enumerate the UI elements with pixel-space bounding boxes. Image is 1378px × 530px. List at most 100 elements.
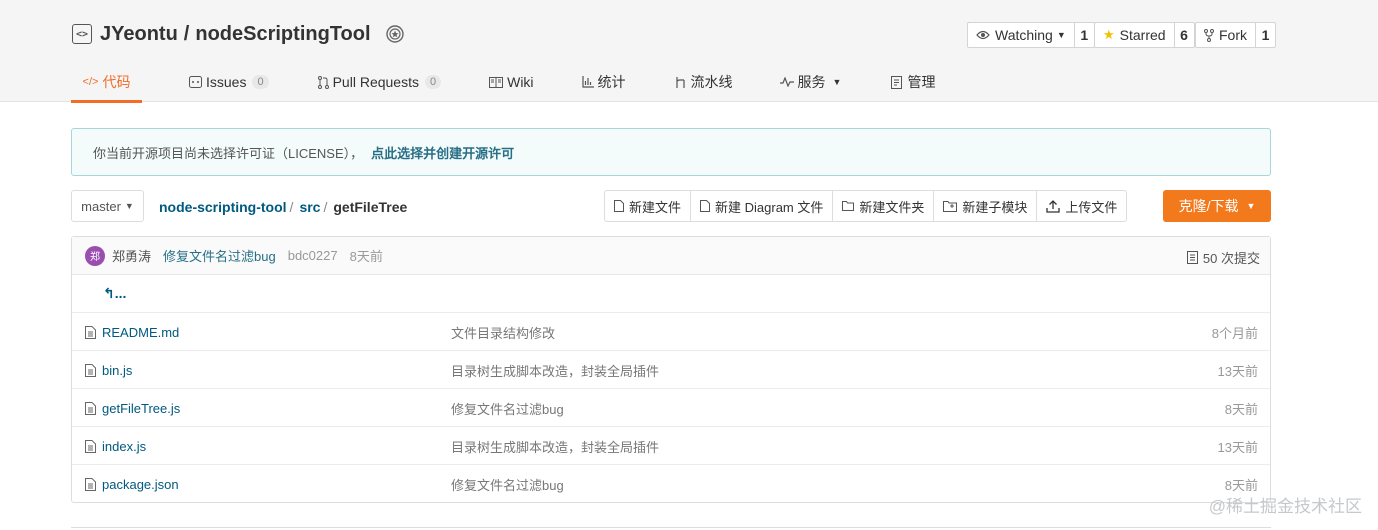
breadcrumb-repo-link[interactable]: node-scripting-tool: [159, 199, 287, 215]
file-name: getFileTree.js: [102, 400, 181, 416]
file-commit-time: 13天前: [1217, 363, 1258, 379]
new-file-button[interactable]: 新建文件: [605, 191, 692, 221]
latest-commit-bar: 郑 郑勇涛 修复文件名过滤bug bdc0227 8天前 50 次提交: [72, 237, 1270, 275]
fork-icon: [1204, 28, 1214, 42]
caret-down-icon: ▼: [124, 201, 134, 211]
pipeline-icon: [674, 76, 687, 89]
upload-file-label: 上传文件: [1065, 199, 1118, 215]
breadcrumb-separator: /: [289, 199, 294, 215]
file-commit-message[interactable]: 文件目录结构修改: [451, 313, 555, 351]
issues-icon: [189, 76, 202, 88]
repo-title: <> JYeontu / nodeScriptingTool: [72, 20, 405, 48]
commit-count-link[interactable]: 50 次提交: [1186, 248, 1260, 267]
file-actions-group: 新建文件 新建 Diagram 文件 新建文件夹 新建子模块 上传文件: [604, 190, 1128, 222]
license-notice: 你当前开源项目尚未选择许可证（LICENSE）， 点此选择并创建开源许可: [71, 128, 1271, 176]
tab-wiki[interactable]: Wiki: [489, 62, 534, 102]
submodule-folder-icon: [943, 200, 958, 212]
settings-doc-icon: [891, 75, 903, 89]
file-row: package.json 修复文件名过滤bug 8天前: [72, 465, 1270, 503]
watch-group: Watching ▼ 1: [967, 22, 1095, 48]
breadcrumb: node-scripting-tool / src / getFileTree: [159, 199, 407, 215]
new-folder-button[interactable]: 新建文件夹: [833, 191, 935, 221]
file-name: bin.js: [102, 362, 133, 378]
commit-sha[interactable]: bdc0227: [288, 248, 338, 263]
tab-pipeline[interactable]: 流水线: [674, 62, 733, 102]
new-diagram-label: 新建 Diagram 文件: [715, 199, 824, 215]
file-commit-time: 13天前: [1217, 439, 1258, 455]
clone-download-button[interactable]: 克隆/下载 ▼: [1163, 190, 1271, 222]
file-row: getFileTree.js 修复文件名过滤bug 8天前: [72, 389, 1270, 427]
watch-button[interactable]: Watching ▼: [967, 22, 1075, 48]
repo-header: <> JYeontu / nodeScriptingTool Watching ▼ …: [0, 0, 1378, 103]
breadcrumb-current: getFileTree: [333, 199, 408, 215]
fork-count[interactable]: 1: [1256, 22, 1276, 48]
upload-file-button[interactable]: 上传文件: [1037, 191, 1126, 221]
eye-icon: [976, 30, 990, 40]
new-submodule-button[interactable]: 新建子模块: [934, 191, 1038, 221]
tab-label: 代码: [102, 74, 131, 90]
file-row: README.md 文件目录结构修改 8个月前: [72, 313, 1270, 351]
parent-directory-row[interactable]: ↰...: [72, 275, 1270, 313]
fork-group: Fork 1: [1195, 22, 1276, 48]
pull-request-icon: [317, 75, 329, 89]
create-license-link[interactable]: 点此选择并创建开源许可: [371, 143, 514, 162]
file-row: bin.js 目录树生成脚本改造，封装全局插件 13天前: [72, 351, 1270, 389]
avatar[interactable]: 郑: [85, 245, 105, 266]
file-link[interactable]: index.js: [85, 427, 146, 465]
file-link[interactable]: package.json: [85, 465, 179, 503]
file-commit-time: 8个月前: [1211, 325, 1258, 341]
repo-title-separator: /: [183, 22, 190, 45]
breadcrumb-dir-link[interactable]: src: [299, 199, 320, 215]
tab-services[interactable]: 服务 ▼: [779, 62, 841, 102]
file-icon: [85, 477, 96, 491]
new-diagram-button[interactable]: 新建 Diagram 文件: [691, 191, 834, 221]
file-link[interactable]: README.md: [85, 313, 179, 351]
branch-select[interactable]: master ▼: [71, 190, 144, 222]
star-group: ★ Starred 6: [1094, 22, 1195, 48]
fork-button[interactable]: Fork: [1195, 22, 1256, 48]
parent-directory-link[interactable]: ↰...: [72, 285, 126, 302]
commit-message-link[interactable]: 修复文件名过滤bug: [163, 246, 276, 265]
tab-label: 流水线: [690, 74, 733, 90]
tab-issues[interactable]: Issues 0: [189, 62, 269, 102]
new-submodule-label: 新建子模块: [962, 199, 1028, 215]
tab-label: 管理: [907, 74, 936, 90]
file-commit-message[interactable]: 目录树生成脚本改造，封装全局插件: [451, 427, 659, 465]
clone-download-label: 克隆/下载: [1178, 198, 1239, 214]
file-commit-message[interactable]: 目录树生成脚本改造，封装全局插件: [451, 351, 659, 389]
upload-icon: [1046, 199, 1061, 213]
file-row: index.js 目录树生成脚本改造，封装全局插件 13天前: [72, 427, 1270, 465]
pulse-icon: [779, 77, 794, 87]
folder-icon: [842, 201, 855, 211]
tab-stats[interactable]: 统计: [581, 62, 626, 102]
star-button[interactable]: ★ Starred: [1094, 22, 1175, 48]
tab-settings[interactable]: 管理: [891, 62, 935, 102]
tab-label: 统计: [597, 74, 626, 90]
commit-history-icon: [1186, 251, 1198, 264]
file-name: README.md: [102, 324, 180, 340]
file-link[interactable]: bin.js: [85, 351, 132, 389]
recommend-badge-icon[interactable]: [385, 24, 405, 44]
file-commit-message[interactable]: 修复文件名过滤bug: [451, 389, 564, 427]
repo-name-link[interactable]: nodeScriptingTool: [195, 23, 370, 45]
book-icon: [489, 76, 504, 88]
breadcrumb-separator: /: [323, 199, 328, 215]
tab-code[interactable]: </> 代码: [71, 62, 142, 103]
tab-count-badge: 0: [424, 75, 442, 89]
file-icon: [85, 363, 96, 377]
file-commit-message[interactable]: 修复文件名过滤bug: [451, 465, 564, 503]
commit-author[interactable]: 郑勇涛: [112, 246, 151, 265]
star-count[interactable]: 6: [1174, 22, 1195, 48]
tab-label: 服务: [797, 74, 826, 90]
file-link[interactable]: getFileTree.js: [85, 389, 180, 427]
tab-label: Issues: [206, 74, 247, 90]
tab-pull-requests[interactable]: Pull Requests 0: [317, 62, 442, 102]
file-list: 郑 郑勇涛 修复文件名过滤bug bdc0227 8天前 50 次提交 ↰...…: [71, 236, 1271, 503]
watch-count[interactable]: 1: [1074, 22, 1095, 48]
file-name: index.js: [102, 438, 147, 454]
branch-name: master: [81, 198, 121, 214]
file-commit-time: 8天前: [1224, 401, 1258, 417]
watch-label: Watching: [995, 27, 1053, 43]
tab-count-badge: 0: [252, 75, 269, 89]
repo-owner-link[interactable]: JYeontu: [100, 23, 178, 45]
